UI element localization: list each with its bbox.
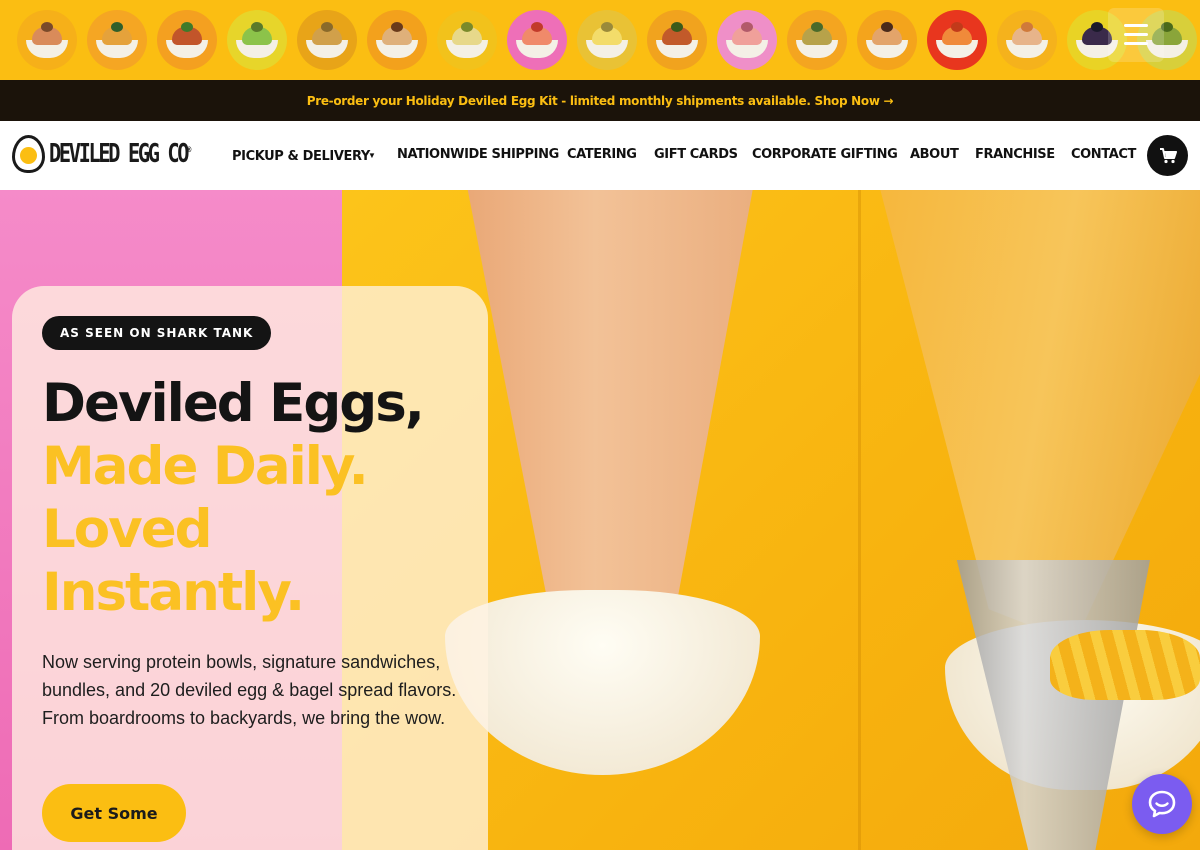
- hero-headline: Deviled Eggs, Made Daily. Loved Instantl…: [42, 372, 482, 624]
- image-divider: [858, 190, 861, 850]
- egg-garnish-shape: [1021, 22, 1033, 32]
- hamburger-line-icon: [1124, 33, 1148, 36]
- egg-garnish-shape: [391, 22, 403, 32]
- deviled-egg-thumbnail[interactable]: [577, 10, 637, 70]
- headline-line: Loved: [42, 499, 213, 560]
- egg-garnish-shape: [951, 22, 963, 32]
- hero-section: AS SEEN ON SHARK TANK Deviled Eggs, Made…: [0, 190, 1200, 850]
- site-header: DEVILED EGG CO® PICKUP & DELIVERY ▼ NATI…: [0, 121, 1200, 190]
- egg-garnish-shape: [181, 22, 193, 32]
- deviled-egg-thumbnail[interactable]: [647, 10, 707, 70]
- egg-logo-icon: [12, 135, 45, 173]
- chat-widget-button[interactable]: [1132, 774, 1192, 834]
- deviled-egg-thumbnail[interactable]: [17, 10, 77, 70]
- egg-garnish-shape: [41, 22, 53, 32]
- hamburger-line-icon: [1124, 24, 1148, 27]
- egg-garnish-shape: [741, 22, 753, 32]
- deviled-egg-thumbnail[interactable]: [87, 10, 147, 70]
- headline-line: Instantly.: [42, 562, 305, 623]
- logo-text: DEVILED EGG CO®: [49, 139, 192, 169]
- deviled-egg-thumbnail[interactable]: [157, 10, 217, 70]
- nav-contact[interactable]: CONTACT: [1071, 147, 1136, 162]
- nav-pickup-delivery[interactable]: PICKUP & DELIVERY: [232, 149, 370, 164]
- headline-line: Deviled Eggs,: [42, 373, 425, 434]
- hamburger-line-icon: [1124, 42, 1148, 45]
- deviled-egg-thumbnail[interactable]: [787, 10, 847, 70]
- deviled-egg-thumbnail[interactable]: [927, 10, 987, 70]
- get-some-button[interactable]: Get Some: [42, 784, 186, 842]
- nav-gift-cards[interactable]: GIFT CARDS: [654, 147, 738, 162]
- cart-icon: [1159, 147, 1177, 163]
- chevron-down-icon[interactable]: ▼: [368, 151, 376, 160]
- egg-garnish-shape: [671, 22, 683, 32]
- deviled-egg-thumbnail[interactable]: [437, 10, 497, 70]
- egg-garnish-shape: [811, 22, 823, 32]
- chat-bubble-icon: [1148, 790, 1176, 818]
- nav-corporate-gifting[interactable]: CORPORATE GIFTING: [752, 147, 898, 162]
- deviled-egg-thumbnail[interactable]: [297, 10, 357, 70]
- deviled-egg-thumbnail[interactable]: [997, 10, 1057, 70]
- egg-garnish-shape: [251, 22, 263, 32]
- nav-about[interactable]: ABOUT: [910, 147, 959, 162]
- deviled-egg-thumbnail[interactable]: [507, 10, 567, 70]
- hero-card: AS SEEN ON SHARK TANK Deviled Eggs, Made…: [12, 286, 488, 850]
- announcement-link[interactable]: Pre-order your Holiday Deviled Egg Kit -…: [307, 94, 894, 108]
- egg-carousel: [0, 0, 1200, 80]
- yolk-rosette-image: [1050, 630, 1200, 700]
- hamburger-menu-button[interactable]: [1108, 8, 1164, 62]
- deviled-egg-thumbnail[interactable]: [857, 10, 917, 70]
- shark-tank-badge: AS SEEN ON SHARK TANK: [42, 316, 272, 350]
- deviled-egg-thumbnail[interactable]: [367, 10, 427, 70]
- egg-garnish-shape: [461, 22, 473, 32]
- egg-garnish-shape: [1091, 22, 1103, 32]
- nav-franchise[interactable]: FRANCHISE: [975, 147, 1055, 162]
- hero-description: Now serving protein bowls, signature san…: [42, 652, 457, 728]
- egg-garnish-shape: [531, 22, 543, 32]
- announcement-bar: Pre-order your Holiday Deviled Egg Kit -…: [0, 80, 1200, 121]
- site-logo[interactable]: DEVILED EGG CO®: [12, 135, 232, 173]
- egg-garnish-shape: [111, 22, 123, 32]
- egg-garnish-shape: [881, 22, 893, 32]
- deviled-egg-thumbnail[interactable]: [717, 10, 777, 70]
- egg-garnish-shape: [321, 22, 333, 32]
- cart-button[interactable]: [1147, 135, 1188, 176]
- headline-line: Made Daily.: [42, 436, 369, 497]
- nav-catering[interactable]: CATERING: [567, 147, 637, 162]
- nav-nationwide-shipping[interactable]: NATIONWIDE SHIPPING: [397, 147, 559, 162]
- egg-garnish-shape: [601, 22, 613, 32]
- deviled-egg-thumbnail[interactable]: [227, 10, 287, 70]
